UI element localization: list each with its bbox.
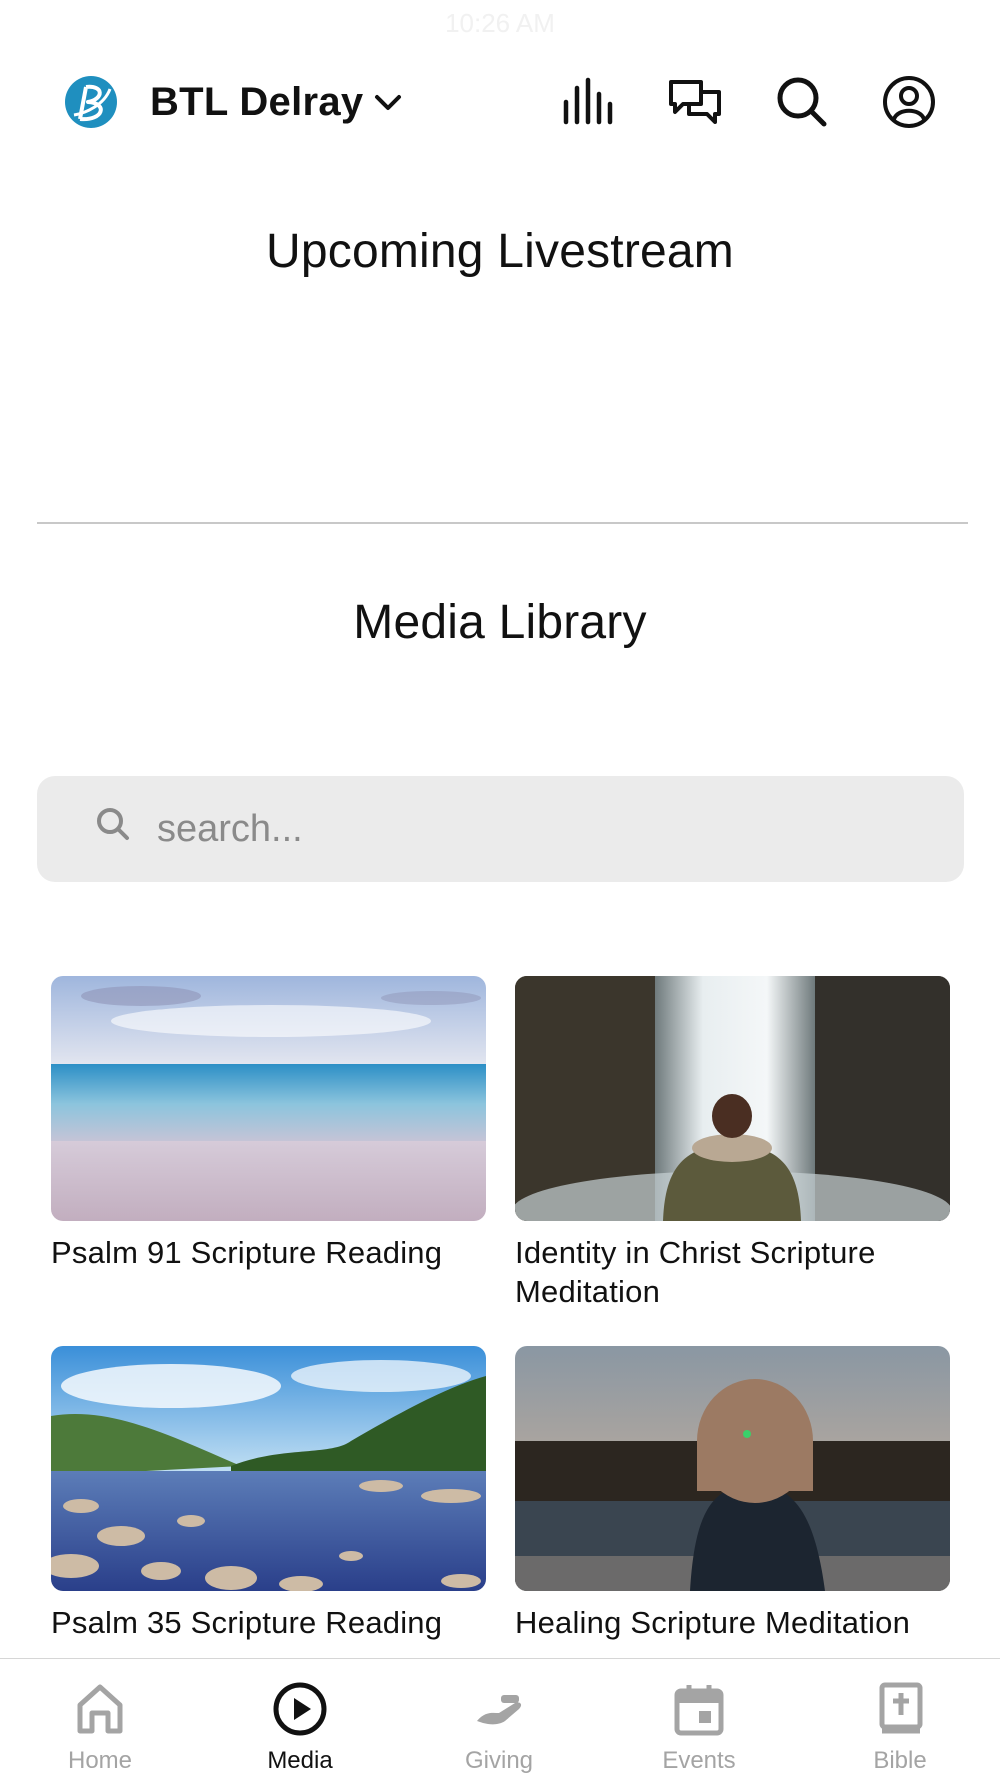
- giving-hand-icon: [471, 1681, 527, 1737]
- livestream-heading: Upcoming Livestream: [266, 225, 734, 278]
- calendar-icon: [671, 1681, 727, 1737]
- media-card[interactable]: Healing Scripture Meditation: [515, 1346, 950, 1642]
- tab-label: Giving: [464, 1747, 534, 1774]
- tab-label: Home: [67, 1747, 133, 1774]
- media-title[interactable]: Identity in Christ Scripture Meditation: [515, 1233, 950, 1311]
- tab-bible[interactable]: Bible: [820, 1681, 980, 1775]
- tab-label: Events: [662, 1747, 736, 1774]
- media-thumbnail[interactable]: [51, 976, 486, 1221]
- media-card[interactable]: Identity in Christ Scripture Meditation: [515, 976, 950, 1311]
- search-icon[interactable]: [774, 74, 830, 130]
- home-icon: [72, 1681, 128, 1737]
- media-title[interactable]: Psalm 35 Scripture Reading: [51, 1603, 486, 1642]
- church-logo[interactable]: [64, 75, 118, 129]
- media-card[interactable]: Psalm 91 Scripture Reading: [51, 976, 486, 1272]
- chevron-down-icon[interactable]: [373, 90, 403, 116]
- status-time: 10:26 AM: [445, 8, 555, 38]
- media-card[interactable]: Psalm 35 Scripture Reading: [51, 1346, 486, 1642]
- search-icon: [93, 804, 133, 844]
- media-title[interactable]: Healing Scripture Meditation: [515, 1603, 950, 1642]
- media-thumbnail[interactable]: [51, 1346, 486, 1591]
- media-title[interactable]: Psalm 91 Scripture Reading: [51, 1233, 486, 1272]
- tab-giving[interactable]: Giving: [419, 1681, 579, 1775]
- bible-icon: [872, 1681, 928, 1737]
- bottom-tab-bar: Home Media Giving Events Bible: [0, 1658, 1000, 1778]
- org-name[interactable]: BTL Delray: [150, 80, 363, 125]
- section-divider: [37, 522, 968, 524]
- tab-label: Bible: [873, 1747, 927, 1774]
- audio-icon[interactable]: [560, 74, 616, 130]
- search-input[interactable]: [157, 798, 937, 860]
- media-thumbnail[interactable]: [515, 1346, 950, 1591]
- tab-label: Media: [267, 1747, 333, 1774]
- media-thumbnail[interactable]: [515, 976, 950, 1221]
- media-library-heading: Media Library: [353, 596, 647, 649]
- tab-media[interactable]: Media: [220, 1681, 380, 1775]
- play-circle-icon: [272, 1681, 328, 1737]
- tab-home[interactable]: Home: [20, 1681, 180, 1775]
- tab-events[interactable]: Events: [619, 1681, 779, 1775]
- top-bar: BTL Delray: [0, 62, 1000, 142]
- chat-icon[interactable]: [667, 74, 723, 130]
- profile-icon[interactable]: [881, 74, 937, 130]
- search-bar[interactable]: [37, 776, 964, 882]
